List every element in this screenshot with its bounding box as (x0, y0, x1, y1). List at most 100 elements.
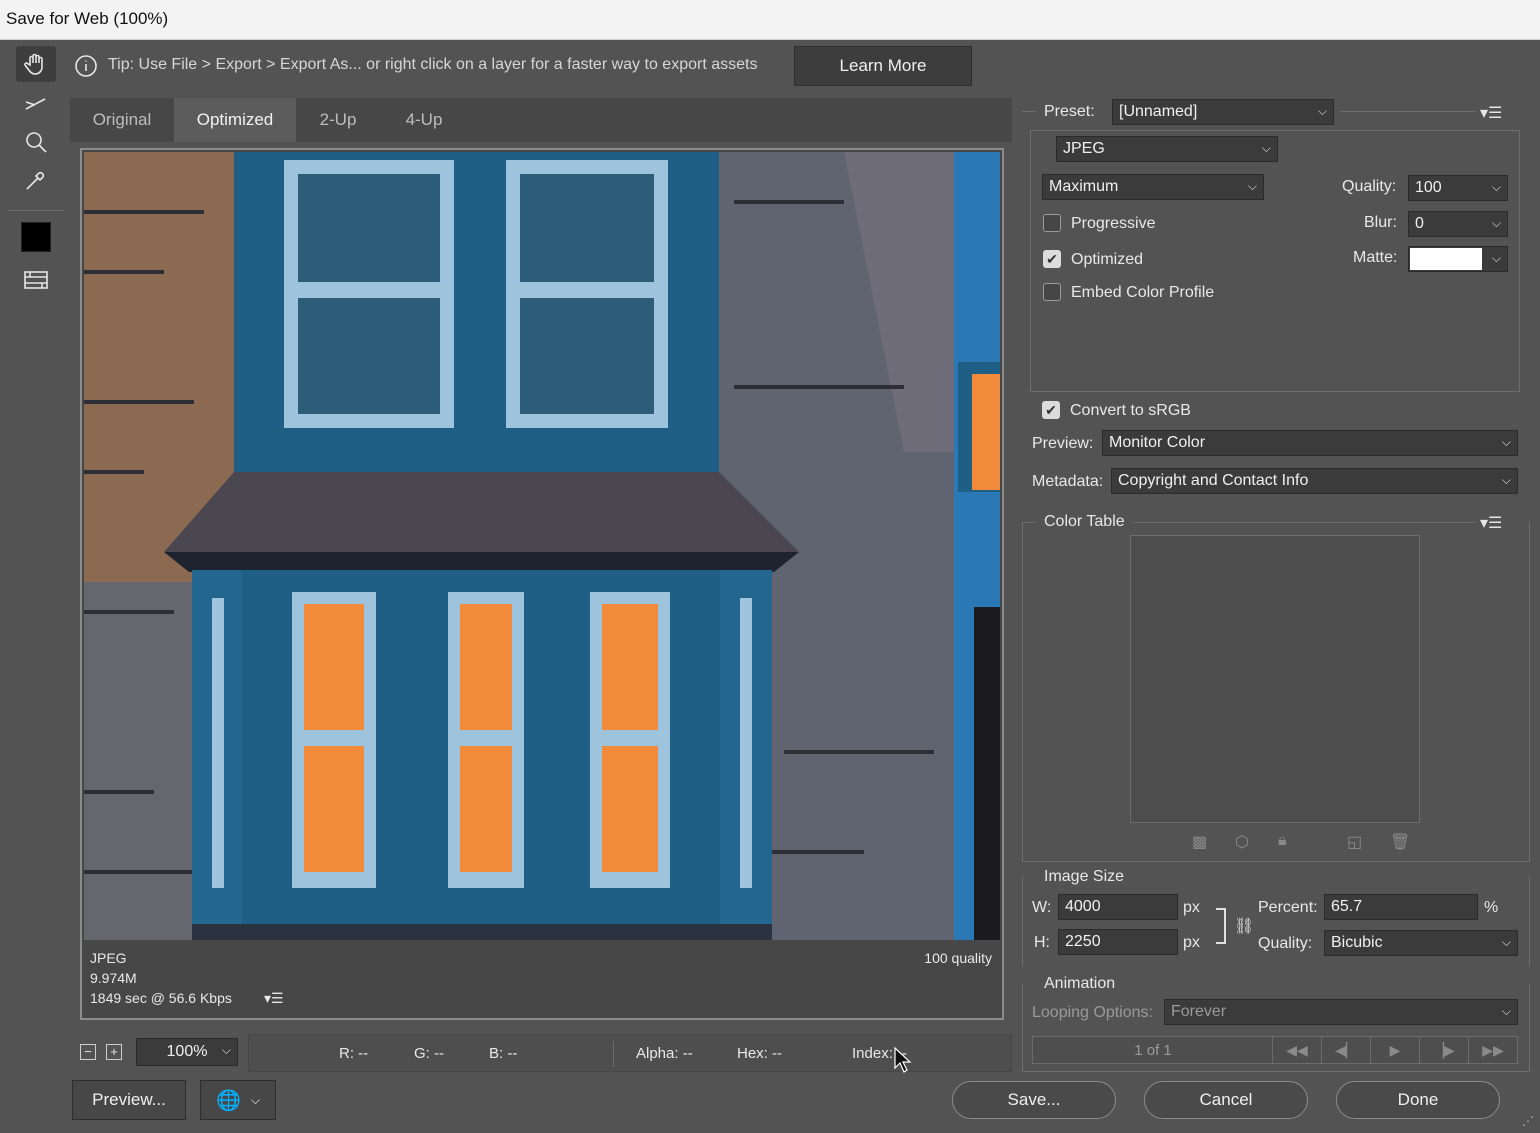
preset-select[interactable]: [Unnamed] ⌵ (1112, 99, 1334, 125)
embed-color-profile-label: Embed Color Profile (1071, 284, 1215, 301)
metadata-select[interactable]: Copyright and Contact Info ⌵ (1111, 468, 1518, 494)
zoom-level-value: 100% (166, 1043, 208, 1060)
preset-line-left (1022, 111, 1036, 112)
learn-more-button[interactable]: Learn More (794, 46, 972, 86)
looping-options-value: Forever (1171, 1003, 1227, 1020)
zoom-tool[interactable] (16, 124, 56, 160)
optimized-checkbox[interactable]: ✔ (1043, 250, 1061, 268)
last-frame-icon[interactable]: ▶▶ (1469, 1037, 1517, 1063)
slice-select-tool[interactable] (16, 86, 56, 122)
eyedropper-tool[interactable] (16, 162, 56, 198)
chevron-down-icon: ⌵ (250, 1092, 260, 1107)
readout-divider (613, 1041, 614, 1067)
house-illustration (84, 152, 1000, 940)
readout-b: B: -- (489, 1045, 518, 1062)
progressive-label: Progressive (1071, 215, 1156, 232)
matte-color-swatch (1410, 248, 1482, 270)
previous-frame-icon[interactable]: ◀▏ (1322, 1037, 1371, 1063)
download-time-menu[interactable]: ▾☰ (264, 990, 284, 1007)
matte-select[interactable]: ⌵ (1408, 246, 1508, 272)
preview-label: Preview: (1032, 435, 1094, 452)
percent-unit: % (1484, 899, 1499, 916)
metadata-label: Metadata: (1032, 473, 1104, 490)
cancel-button[interactable]: Cancel (1144, 1081, 1308, 1119)
chevron-down-icon: ⌵ (1247, 179, 1257, 193)
chevron-down-icon: ⌵ (1501, 435, 1511, 449)
tab-optimized[interactable]: Optimized (174, 98, 296, 142)
width-label: W: (1032, 899, 1052, 916)
height-input[interactable]: 2250 (1058, 929, 1178, 955)
chevron-down-icon: ⌵ (1491, 180, 1501, 194)
new-color-icon[interactable]: ◱ (1347, 832, 1362, 852)
eyedropper-icon (26, 171, 45, 190)
matte-label: Matte: (1353, 249, 1398, 266)
map-transparent-icon[interactable]: ▩ (1192, 832, 1207, 852)
next-frame-icon[interactable]: ▕▶ (1420, 1037, 1469, 1063)
image-preview[interactable] (84, 152, 1000, 940)
tab-original[interactable]: Original (70, 98, 174, 142)
preview-in-browser-button[interactable]: Preview... (72, 1080, 186, 1120)
resize-grip-icon[interactable]: ⋰ (1522, 1114, 1534, 1128)
info-format: JPEG (90, 950, 127, 966)
tab-4-up[interactable]: 4-Up (380, 98, 468, 142)
progressive-checkbox[interactable] (1043, 214, 1061, 232)
link-proportions-icon[interactable]: ⛓︎ (1234, 916, 1254, 936)
status-bar: − + 100% ⌵ R: -- G: -- B: -- Alpha: -- H… (72, 1034, 1012, 1072)
trash-icon[interactable]: 🗑︎ (1390, 832, 1410, 852)
percent-input[interactable]: 65.7 (1324, 894, 1478, 920)
lock-color-icon[interactable]: 🔒︎ (1278, 832, 1287, 850)
mouse-cursor-icon (894, 1046, 912, 1073)
browser-select-button[interactable]: 🌐 ⌵ (200, 1080, 276, 1120)
height-unit: px (1183, 934, 1200, 951)
quality-label: Quality: (1342, 178, 1397, 195)
magnifier-icon (26, 132, 47, 153)
info-quality: 100 quality (924, 950, 992, 966)
width-unit: px (1183, 899, 1200, 916)
resample-quality-select[interactable]: Bicubic ⌵ (1324, 930, 1518, 956)
play-icon[interactable]: ▶ (1371, 1037, 1420, 1063)
preview-color-select[interactable]: Monitor Color ⌵ (1102, 430, 1518, 456)
looping-options-label: Looping Options: (1032, 1004, 1153, 1021)
readout-r: R: -- (339, 1045, 369, 1062)
preset-label: Preset: (1044, 103, 1095, 120)
done-button[interactable]: Done (1336, 1081, 1500, 1119)
preset-line-right (1340, 111, 1476, 112)
readout-alpha: Alpha: -- (636, 1045, 693, 1062)
looping-options-select[interactable]: Forever ⌵ (1164, 999, 1518, 1025)
compression-quality-select[interactable]: Maximum ⌵ (1042, 174, 1264, 200)
preview-color-value: Monitor Color (1109, 434, 1206, 451)
zoom-out-button[interactable]: − (80, 1044, 96, 1060)
slices-visibility-icon (24, 271, 48, 289)
frame-counter: 1 of 1 (1032, 1036, 1274, 1064)
view-tabs: Original Optimized 2-Up 4-Up (70, 98, 1012, 142)
first-frame-icon[interactable]: ◀◀ (1273, 1037, 1322, 1063)
eyedropper-color-swatch[interactable] (21, 222, 51, 252)
optimized-label: Optimized (1071, 251, 1144, 268)
percent-label: Percent: (1258, 899, 1318, 916)
readout-g: G: -- (414, 1045, 444, 1062)
chevron-down-icon: ⌵ (1491, 251, 1501, 265)
save-button[interactable]: Save... (952, 1081, 1116, 1119)
hand-icon (24, 53, 43, 75)
zoom-level-select[interactable]: 100% ⌵ (136, 1038, 238, 1066)
toggle-slices-visibility[interactable] (16, 262, 56, 298)
convert-srgb-checkbox[interactable]: ✔ (1042, 401, 1060, 419)
checkmark-icon: ✔ (1046, 250, 1058, 267)
blur-input[interactable]: 0 ⌵ (1408, 211, 1508, 237)
color-table-area[interactable] (1130, 535, 1420, 823)
format-select[interactable]: JPEG ⌵ (1056, 136, 1278, 162)
chevron-down-icon: ⌵ (1491, 216, 1501, 230)
optimize-menu-icon[interactable]: ▾☰ (1480, 103, 1502, 123)
web-shift-icon[interactable]: ⬡ (1235, 832, 1249, 852)
tip-bar: Tip: Use File > Export > Export As... or… (66, 44, 1532, 88)
width-input[interactable]: 4000 (1058, 894, 1178, 920)
zoom-in-button[interactable]: + (106, 1044, 122, 1060)
tab-2-up[interactable]: 2-Up (296, 98, 380, 142)
preset-value: [Unnamed] (1119, 103, 1198, 120)
blur-value: 0 (1415, 215, 1424, 232)
readout-hex: Hex: -- (737, 1045, 782, 1062)
embed-color-profile-checkbox[interactable] (1043, 283, 1061, 301)
info-icon (75, 55, 97, 77)
quality-input[interactable]: 100 ⌵ (1408, 175, 1508, 201)
hand-tool[interactable] (16, 46, 56, 82)
